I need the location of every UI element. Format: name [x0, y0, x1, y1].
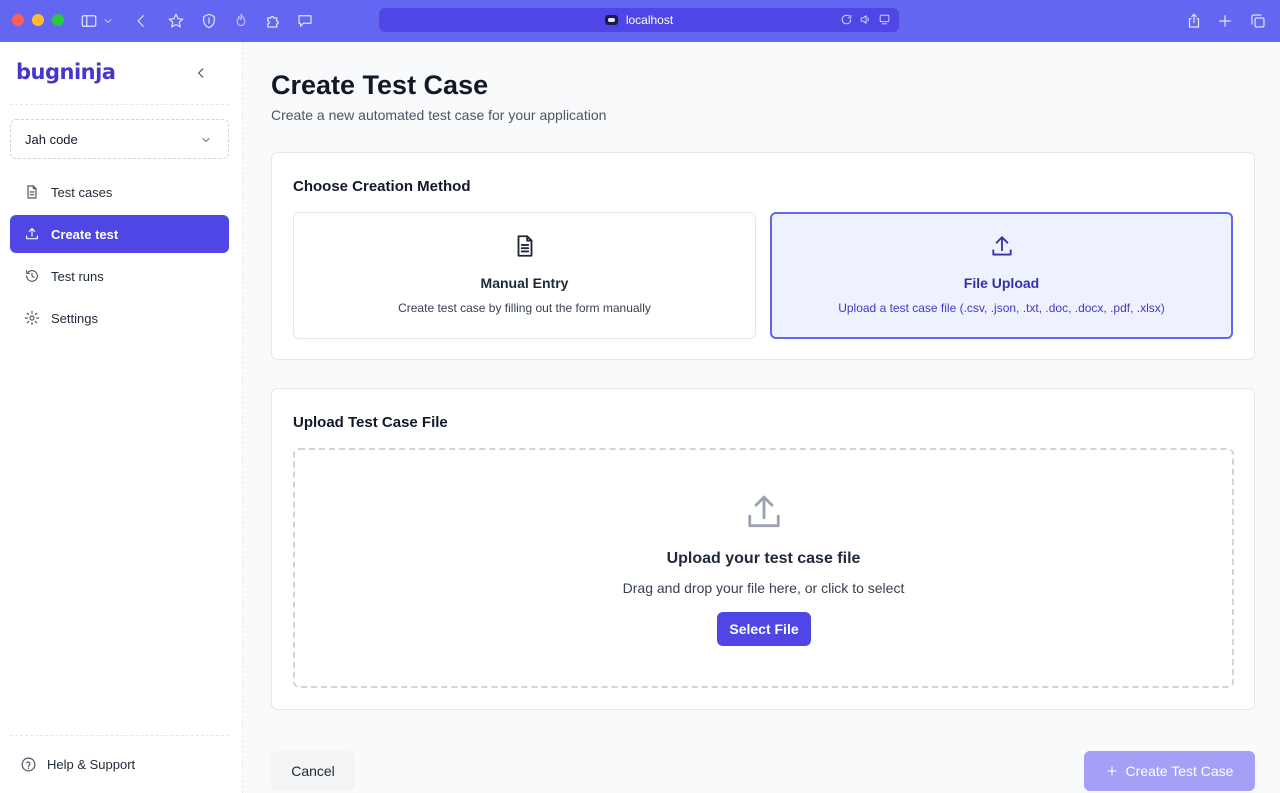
- upload-file-title: Upload Test Case File: [293, 414, 448, 431]
- shield-icon[interactable]: [198, 10, 220, 32]
- plus-icon: [1107, 766, 1117, 776]
- document-icon: [517, 235, 532, 257]
- sidebar-item-test-runs[interactable]: Test runs: [10, 257, 229, 295]
- app-logo[interactable]: bugninja: [16, 60, 116, 84]
- gear-icon: [24, 310, 40, 326]
- sidebar-item-label: Test cases: [51, 184, 113, 200]
- upload-icon: [991, 236, 1012, 256]
- select-file-button[interactable]: Select File: [717, 612, 811, 646]
- help-support-label: Help & Support: [47, 757, 136, 772]
- file-dropzone[interactable]: Upload your test case file Drag and drop…: [293, 448, 1234, 688]
- url-text: localhost: [625, 13, 674, 27]
- upload-icon: [26, 228, 38, 240]
- browser-toolbar: localhost: [0, 0, 1280, 42]
- file-upload-description: Upload a test case file (.csv, .json, .t…: [838, 301, 1165, 315]
- manual-entry-description: Create test case by filling out the form…: [398, 301, 651, 315]
- reload-icon[interactable]: [840, 13, 853, 26]
- history-icon: [26, 270, 38, 282]
- file-upload-title: File Upload: [963, 275, 1040, 291]
- cancel-button[interactable]: Cancel: [271, 751, 355, 791]
- creation-method-title: Choose Creation Method: [293, 178, 471, 195]
- flame-icon[interactable]: [230, 10, 252, 32]
- sidebar-toggle-icon[interactable]: [78, 10, 100, 32]
- window-controls: [12, 14, 64, 26]
- divider: [10, 735, 229, 736]
- reader-icon[interactable]: [878, 13, 891, 26]
- project-select-value: Jah code: [25, 131, 78, 147]
- creation-method-card: Choose Creation Method Manual Entry Crea…: [271, 152, 1255, 360]
- create-test-case-button[interactable]: Create Test Case: [1084, 751, 1255, 791]
- file-upload-option[interactable]: File Upload Upload a test case file (.cs…: [770, 212, 1233, 339]
- puzzle-icon[interactable]: [262, 10, 284, 32]
- upload-file-card: Upload Test Case File Upload your test c…: [271, 388, 1255, 710]
- sidebar-item-test-cases[interactable]: Test cases: [10, 173, 229, 211]
- page-subtitle: Create a new automated test case for you…: [271, 107, 607, 123]
- collapse-sidebar-button[interactable]: [191, 63, 211, 83]
- sidebar-item-label: Create test: [51, 226, 119, 242]
- sidebar-item-create-test[interactable]: Create test: [10, 215, 229, 253]
- chevron-down-icon: [202, 138, 210, 142]
- help-support-link[interactable]: Help & Support: [20, 756, 135, 773]
- sidebar-item-settings[interactable]: Settings: [10, 299, 229, 337]
- address-bar[interactable]: localhost: [379, 8, 899, 32]
- new-tab-icon[interactable]: [1214, 10, 1236, 32]
- project-select[interactable]: Jah code: [10, 119, 229, 159]
- site-badge-icon: [604, 15, 618, 25]
- upload-icon: [745, 494, 783, 532]
- dropzone-title: Upload your test case file: [666, 550, 861, 567]
- dropzone-instructions: Drag and drop your file here, or click t…: [622, 580, 905, 596]
- star-icon[interactable]: [165, 10, 187, 32]
- minimize-window-button[interactable]: [32, 14, 44, 26]
- page-title: Create Test Case: [271, 70, 489, 100]
- sidebar-item-label: Settings: [51, 310, 98, 326]
- sidebar: bugninja Jah code Test cases Create test…: [0, 42, 243, 793]
- file-text-icon: [27, 185, 37, 199]
- share-icon[interactable]: [1183, 10, 1205, 32]
- close-window-button[interactable]: [12, 14, 24, 26]
- chevron-down-icon[interactable]: [101, 10, 115, 32]
- manual-entry-title: Manual Entry: [480, 275, 569, 291]
- help-circle-icon: [21, 757, 36, 772]
- sidebar-item-label: Test runs: [51, 268, 104, 284]
- divider: [10, 104, 229, 105]
- tabs-overview-icon[interactable]: [1247, 10, 1269, 32]
- create-test-case-label: Create Test Case: [1125, 763, 1234, 779]
- feedback-icon[interactable]: [294, 10, 316, 32]
- manual-entry-option[interactable]: Manual Entry Create test case by filling…: [293, 212, 756, 339]
- chevron-left-icon: [198, 68, 204, 78]
- back-arrow-icon[interactable]: [130, 10, 152, 32]
- maximize-window-button[interactable]: [52, 14, 64, 26]
- speaker-icon[interactable]: [859, 13, 872, 26]
